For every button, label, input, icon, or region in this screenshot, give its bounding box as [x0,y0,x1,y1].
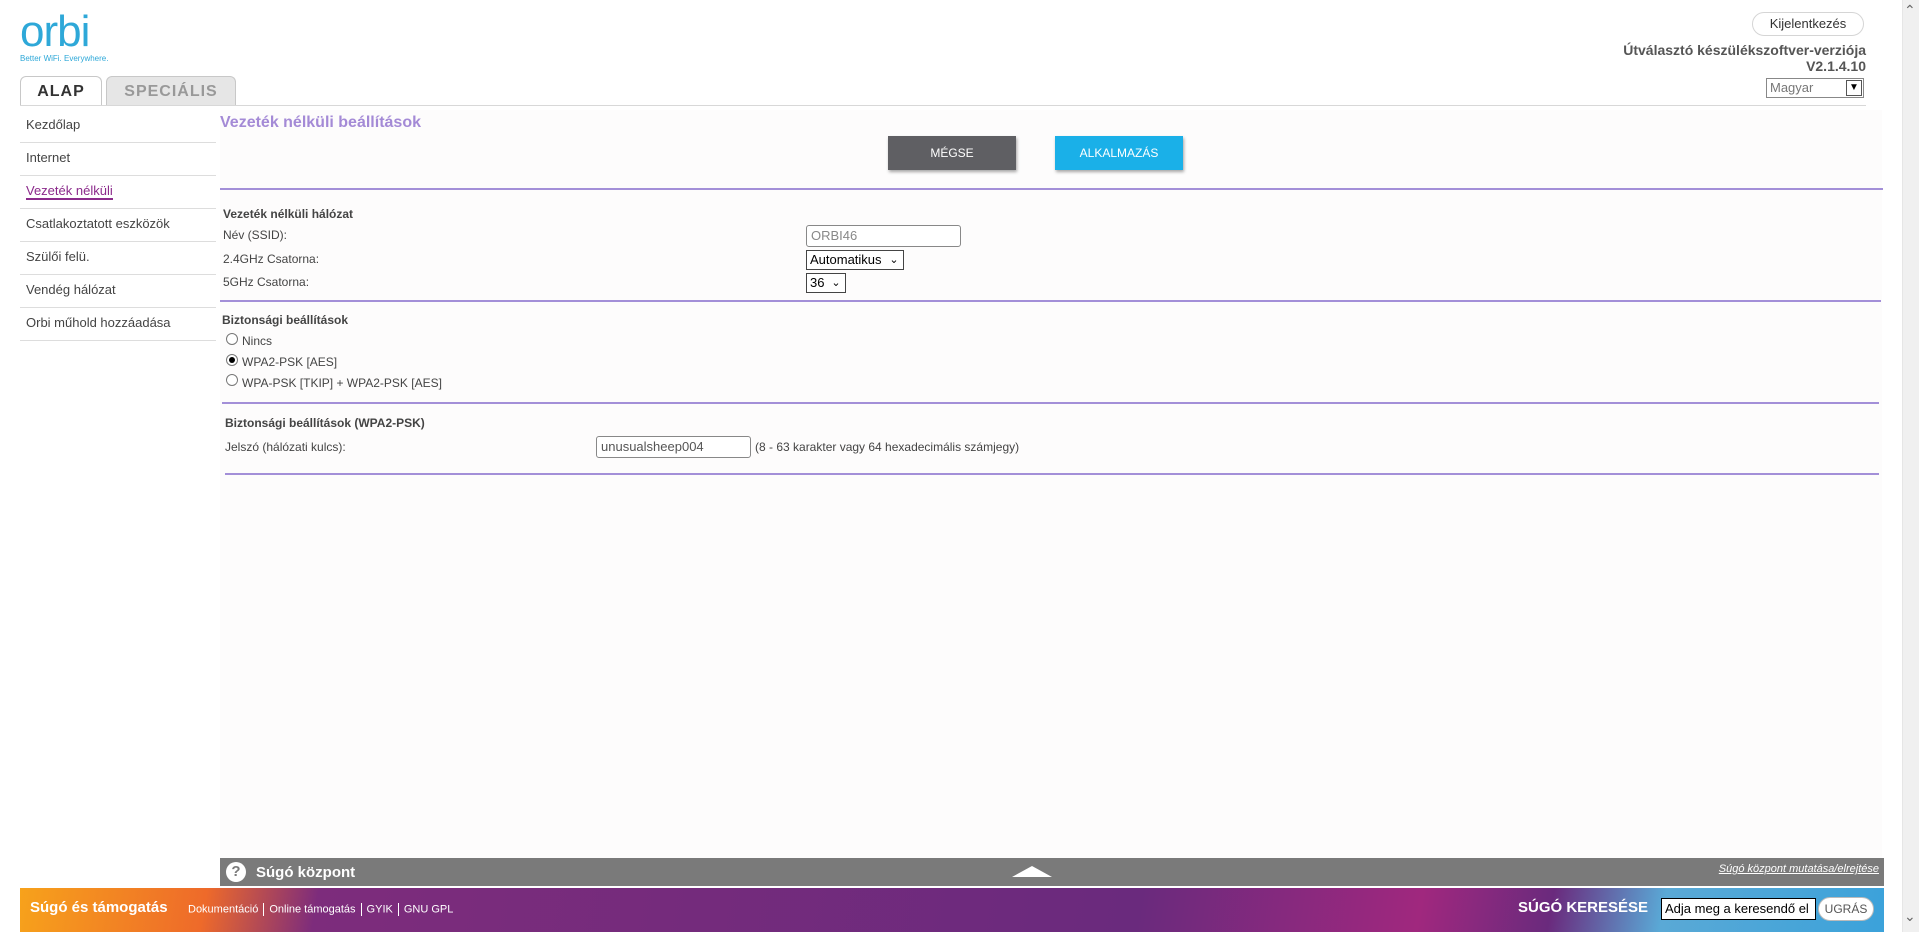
help-center-toggle-link[interactable]: Súgó központ mutatása/elrejtése [1719,863,1879,875]
link-separator [360,903,362,916]
sidebar-item-add-satellite[interactable]: Orbi műhold hozzáadása [20,308,216,341]
sidebar-item-parental-controls[interactable]: Szülői felü. [20,242,216,275]
section-divider [220,188,1883,190]
firmware-version: V2.1.4.10 [1806,58,1866,74]
security-wpa2-radio[interactable] [226,354,238,366]
logo-tagline: Better WiFi. Everywhere. [20,54,109,63]
channel-24-label: 2.4GHz Csatorna: [223,252,320,266]
footer-links: Dokumentáció Online támogatás GYIK GNU GPL [188,903,453,916]
gnu-gpl-link[interactable]: GNU GPL [404,903,454,915]
page-scrollbar[interactable] [1902,0,1919,932]
content-panel [220,110,1882,860]
channel-5-value: 36 [810,275,825,290]
faq-link[interactable]: GYIK [367,903,393,915]
help-center-bar [220,858,1884,886]
expand-arrow-icon[interactable] [1012,866,1052,877]
security-heading: Biztonsági beállítások [222,313,349,327]
question-icon: ? [226,862,246,882]
help-search-button[interactable]: UGRÁS [1818,897,1874,921]
section-divider [225,473,1879,475]
chevron-down-icon[interactable]: ⌄ [1904,908,1916,925]
sidebar-item-wireless[interactable]: Vezeték nélküli [20,176,216,209]
help-search-label: SÚGÓ KERESÉSE [1518,899,1649,916]
sidebar-item-internet[interactable]: Internet [20,143,216,176]
security-wpa-wpa2-label: WPA-PSK [TKIP] + WPA2-PSK [AES] [242,376,442,390]
chevron-down-icon: ▼ [1846,80,1862,96]
footer-title: Súgó és támogatás [30,899,168,916]
link-separator [397,903,399,916]
wpa2-settings-heading: Biztonsági beállítások (WPA2-PSK) [225,416,425,430]
chevron-up-icon[interactable]: ⌃ [1904,2,1916,19]
channel-24-value: Automatikus [810,252,882,267]
tab-basic[interactable]: ALAP [20,76,102,106]
tab-advanced[interactable]: SPECIÁLIS [106,76,236,106]
documentation-link[interactable]: Dokumentáció [188,903,258,915]
channel-24-select[interactable]: Automatikus ⌄ [806,250,904,270]
section-divider [222,402,1879,404]
help-center-title: Súgó központ [256,864,356,881]
cancel-button[interactable]: MÉGSE [888,136,1016,170]
sidebar-item-home[interactable]: Kezdőlap [20,110,216,143]
chevron-down-icon: ⌄ [889,254,899,266]
language-select[interactable]: Magyar ▼ [1766,78,1864,98]
security-none-radio[interactable] [226,333,238,345]
section-divider [220,300,1881,302]
language-value: Magyar [1770,80,1814,95]
logout-button[interactable]: Kijelentkezés [1752,12,1864,36]
online-support-link[interactable]: Online támogatás [269,903,355,915]
apply-button[interactable]: ALKALMAZÁS [1055,136,1183,170]
sidebar-nav: Kezdőlap Internet Vezeték nélküli Csatla… [20,110,216,341]
header-divider [20,105,1866,106]
password-input[interactable]: unusualsheep004 [596,436,751,458]
chevron-down-icon: ⌄ [831,277,841,289]
security-wpa2-label: WPA2-PSK [AES] [242,355,338,369]
security-none-label: Nincs [242,334,273,348]
channel-5-label: 5GHz Csatorna: [223,275,310,289]
ssid-label: Név (SSID): [223,228,288,242]
sidebar-item-guest-network[interactable]: Vendég hálózat [20,275,216,308]
help-search-input[interactable]: Adja meg a keresendő el [1661,898,1816,920]
password-label: Jelszó (hálózati kulcs): [225,440,346,454]
security-wpa-wpa2-radio[interactable] [226,374,238,386]
sidebar-item-attached-devices[interactable]: Csatlakoztatott eszközök [20,209,216,242]
password-hint: (8 - 63 karakter vagy 64 hexadecimális s… [755,440,1020,454]
orbi-logo: orbi Better WiFi. Everywhere. [20,7,130,72]
logo-text: orbi [20,7,90,56]
firmware-label: Útválasztó készülékszoftver-verziója [1623,42,1866,58]
channel-5-select[interactable]: 36 ⌄ [806,273,846,293]
ssid-input[interactable]: ORBI46 [806,225,961,247]
page-title: Vezeték nélküli beállítások [220,114,421,131]
wireless-network-heading: Vezeték nélküli hálózat [223,207,354,221]
link-separator [263,903,265,916]
